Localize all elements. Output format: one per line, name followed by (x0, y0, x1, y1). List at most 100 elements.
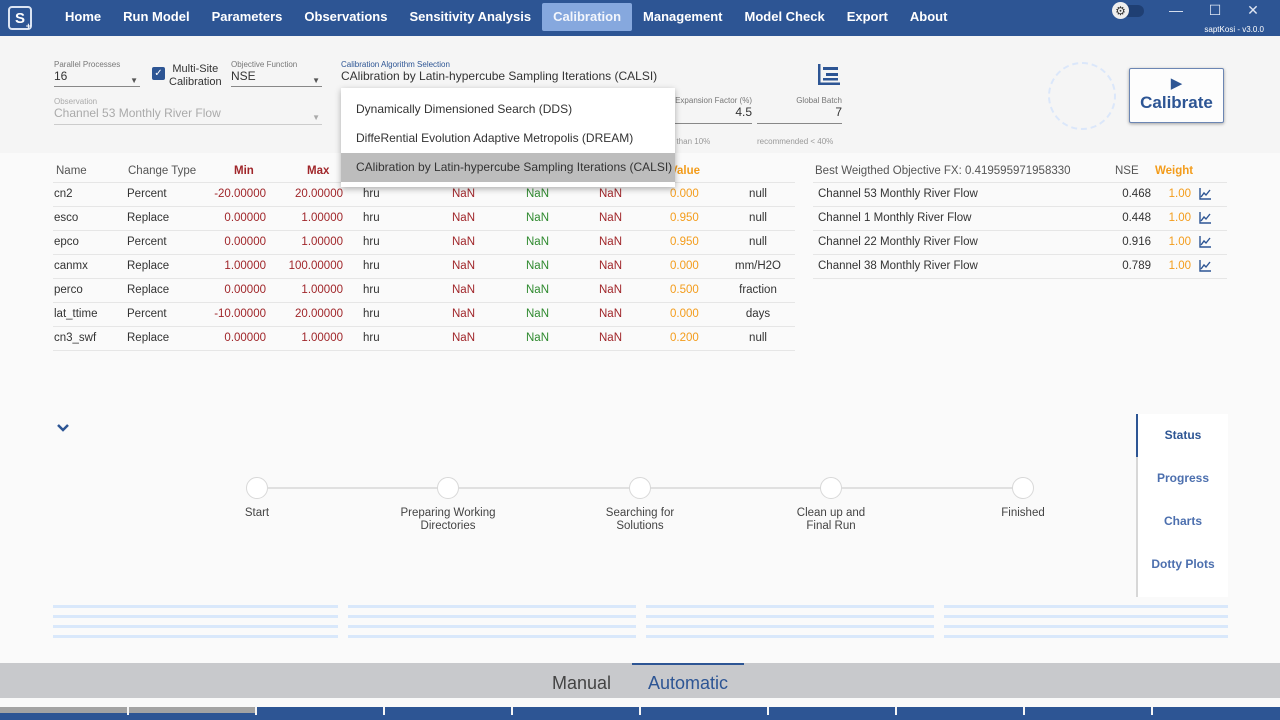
parallel-processes-select[interactable]: Parallel Processes 16 ▼ (54, 60, 140, 87)
algorithm-option-dds[interactable]: Dynamically Dimensioned Search (DDS) (341, 95, 675, 124)
nse-value: 0.448 (1122, 212, 1151, 224)
weight-value[interactable]: 1.00 (1169, 188, 1191, 200)
line-chart-icon[interactable] (1199, 260, 1211, 272)
cell-c3: NaN (599, 260, 623, 272)
cell-unit: null (749, 332, 767, 344)
nse-value: 0.916 (1122, 236, 1151, 248)
cell-name: cn2 (54, 188, 73, 200)
observation-name: Channel 1 Monthly River Flow (818, 212, 972, 224)
algorithm-option-calsi[interactable]: CAlibration by Latin-hypercube Sampling … (341, 153, 675, 182)
cell-c1: NaN (452, 236, 476, 248)
minimize-button[interactable]: — (1166, 2, 1186, 18)
placeholder-block (646, 605, 934, 639)
line-chart-icon[interactable] (1199, 212, 1211, 224)
report-icon[interactable] (818, 64, 840, 85)
multi-site-label: Multi-Site Calibration (169, 63, 222, 89)
observation-select[interactable]: Observation Channel 53 Monthly River Flo… (54, 97, 322, 125)
objective-function-select[interactable]: Objective Function NSE ▼ (231, 60, 322, 87)
step-connector (842, 487, 1016, 489)
parameter-row[interactable]: lat_ttime Percent -10.00000 20.00000 hru NaN N… (53, 303, 795, 327)
observation-name: Channel 22 Monthly River Flow (818, 236, 978, 248)
field-underline (54, 86, 140, 87)
segment-divider (1023, 707, 1025, 715)
cell-c3: NaN (599, 236, 623, 248)
algorithm-dropdown-menu: Dynamically Dimensioned Search (DDS) Dif… (341, 88, 675, 187)
cell-c2: NaN (526, 188, 550, 200)
cell-c3: NaN (599, 188, 623, 200)
cell-unit: null (749, 212, 767, 224)
cell-c2: NaN (526, 212, 550, 224)
line-chart-icon[interactable] (1199, 236, 1211, 248)
nav-home[interactable]: Home (54, 3, 112, 31)
step-connector (268, 487, 442, 489)
cell-c2: NaN (526, 284, 550, 296)
calibrate-button[interactable]: ▶ Calibrate (1129, 68, 1224, 123)
parameter-row[interactable]: cn3_swf Replace 0.00000 1.00000 hru NaN NaN NaN… (53, 327, 795, 351)
algorithm-select[interactable]: Calibration Algorithm Selection CAlibrat… (341, 60, 671, 87)
parameter-row[interactable]: esco Replace 0.00000 1.00000 hru NaN NaN NaN 0.9… (53, 207, 795, 231)
chevron-down-icon: ▼ (130, 76, 138, 85)
nav-calibration[interactable]: Calibration (542, 3, 633, 31)
main-nav: Home Run Model Parameters Observations S… (54, 3, 958, 31)
tab-charts[interactable]: Charts (1138, 500, 1228, 543)
cell-min: -20.00000 (214, 188, 266, 200)
global-batch-input[interactable]: Global Batch 7 recommended < 40% (757, 96, 842, 146)
step-label-line2: Solutions (616, 520, 664, 532)
step-label-line1: Preparing Working (400, 507, 496, 519)
nav-model-check[interactable]: Model Check (734, 3, 836, 31)
algorithm-option-dream[interactable]: DiffeRential Evolution Adaptive Metropol… (341, 124, 675, 153)
cell-change-type: Percent (127, 188, 167, 200)
nav-sensitivity-analysis[interactable]: Sensitivity Analysis (398, 3, 542, 31)
cell-c3: NaN (599, 284, 623, 296)
maximize-button[interactable]: ☐ (1205, 2, 1225, 19)
objective-function-label: Objective Function (231, 60, 298, 69)
cell-unit: mm/H2O (735, 260, 781, 272)
step-label: Clean up and Final Run (761, 507, 901, 533)
parameter-row[interactable]: canmx Replace 1.00000 100.00000 hru NaN NaN NaN… (53, 255, 795, 279)
weight-value[interactable]: 1.00 (1169, 212, 1191, 224)
multi-site-checkbox[interactable]: ✓ (152, 67, 165, 80)
cell-unit: null (749, 188, 767, 200)
cell-max: 20.00000 (295, 188, 343, 200)
cell-name: lat_ttime (54, 308, 98, 320)
tab-automatic[interactable]: Automatic (632, 663, 744, 696)
nav-observations[interactable]: Observations (293, 3, 398, 31)
nav-management[interactable]: Management (632, 3, 733, 31)
observation-label: Observation (54, 97, 98, 106)
cell-c3: NaN (599, 332, 623, 344)
parameter-row[interactable]: perco Replace 0.00000 1.00000 hru NaN NaN NaN 0.… (53, 279, 795, 303)
tab-progress[interactable]: Progress (1138, 457, 1228, 500)
nav-run-model[interactable]: Run Model (112, 3, 200, 31)
step-indicator (246, 477, 268, 499)
settings-gear-icon: ⚙ (1112, 2, 1129, 19)
objective-row[interactable]: Channel 22 Monthly River Flow 0.916 1.00 (813, 231, 1227, 255)
best-objective-fx: Best Weigthed Objective FX: 0.4195959719… (815, 165, 1071, 177)
theme-toggle[interactable]: ⚙ (1112, 2, 1144, 19)
tab-manual[interactable]: Manual (552, 665, 611, 698)
parameter-row[interactable]: epco Percent 0.00000 1.00000 hru NaN NaN NaN 0.9… (53, 231, 795, 255)
cell-c1: NaN (452, 260, 476, 272)
segment-divider (895, 707, 897, 715)
cell-unit: null (749, 236, 767, 248)
step-connector (650, 487, 824, 489)
nav-about[interactable]: About (899, 3, 959, 31)
objective-row[interactable]: Channel 38 Monthly River Flow 0.789 1.00 (813, 255, 1227, 279)
objectives-table-header: Best Weigthed Objective FX: 0.4195959719… (813, 160, 1227, 183)
cell-name: esco (54, 212, 79, 224)
cell-name: canmx (54, 260, 88, 272)
tab-dotty-plots[interactable]: Dotty Plots (1138, 543, 1228, 586)
nav-parameters[interactable]: Parameters (201, 3, 294, 31)
objective-row[interactable]: Channel 1 Monthly River Flow 0.448 1.00 (813, 207, 1227, 231)
weight-value[interactable]: 1.00 (1169, 236, 1191, 248)
weight-value[interactable]: 1.00 (1169, 260, 1191, 272)
nav-export[interactable]: Export (836, 3, 899, 31)
tab-status[interactable]: Status (1136, 414, 1228, 457)
line-chart-icon[interactable] (1199, 188, 1211, 200)
mode-tab-bar: Manual Automatic (0, 663, 1280, 698)
step-label-line1: Clean up and (796, 507, 866, 519)
cell-value: 0.000 (670, 260, 699, 272)
close-button[interactable]: ✕ (1243, 2, 1263, 19)
global-batch-value: 7 (835, 105, 842, 119)
loading-placeholder (53, 605, 1228, 639)
objective-row[interactable]: Channel 53 Monthly River Flow 0.468 1.00 (813, 183, 1227, 207)
